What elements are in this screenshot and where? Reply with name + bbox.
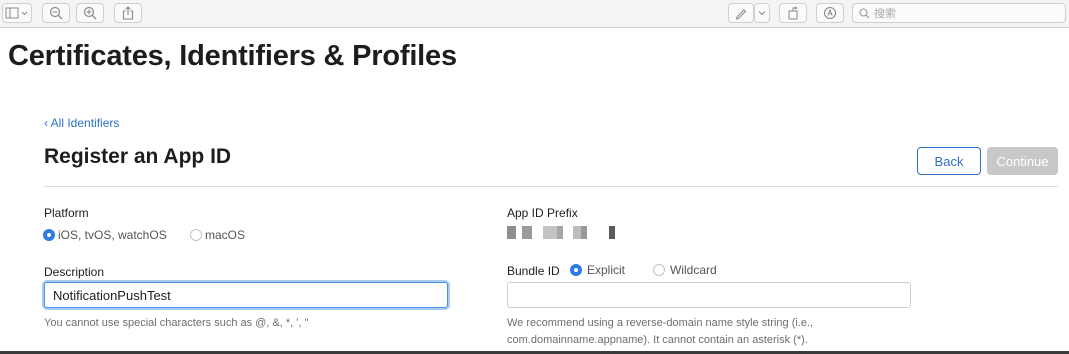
all-identifiers-link[interactable]: ‹ All Identifiers <box>44 116 119 130</box>
zoom-out-button[interactable] <box>42 3 70 23</box>
share-button[interactable] <box>114 3 142 23</box>
bundle-id-hint-line-1: We recommend using a reverse-domain name… <box>507 317 814 329</box>
bundle-id-input[interactable] <box>507 282 911 308</box>
rotate-button[interactable] <box>779 3 807 23</box>
bundle-id-wildcard-label: Wildcard <box>670 263 717 277</box>
platform-radio-macos[interactable]: macOS <box>190 228 245 242</box>
sidebar-icon <box>5 7 28 19</box>
continue-button[interactable]: Continue <box>987 147 1058 175</box>
markup-menu-button[interactable] <box>754 3 770 23</box>
zoom-out-icon <box>49 6 63 20</box>
zoom-in-button[interactable] <box>76 3 104 23</box>
markup-circle-icon <box>823 6 837 20</box>
annotate-button[interactable] <box>816 3 844 23</box>
bundle-id-radio-explicit[interactable]: Explicit <box>570 263 625 277</box>
app-id-prefix-label: App ID Prefix <box>507 206 578 220</box>
radio-selected-icon <box>570 264 582 276</box>
platform-label: Platform <box>44 206 89 220</box>
app-id-prefix-redacted <box>507 226 615 239</box>
rotate-icon <box>788 6 798 20</box>
platform-radio-ios[interactable]: iOS, tvOS, watchOS <box>43 228 167 242</box>
pen-icon <box>735 9 747 20</box>
section-title: Register an App ID <box>44 145 232 168</box>
radio-selected-icon <box>43 229 55 241</box>
page-title: Certificates, Identifiers & Profiles <box>8 40 457 72</box>
bundle-id-label: Bundle ID <box>507 264 560 278</box>
bundle-id-explicit-label: Explicit <box>587 263 626 277</box>
description-label: Description <box>44 265 105 279</box>
preview-toolbar: 搜索 <box>0 0 1069 28</box>
chevron-down-icon <box>758 11 766 16</box>
platform-macos-label: macOS <box>205 228 246 242</box>
divider <box>44 186 1058 187</box>
radio-unselected-icon <box>653 264 665 276</box>
search-placeholder: 搜索 <box>874 8 896 20</box>
radio-unselected-icon <box>190 229 202 241</box>
bundle-id-radio-wildcard[interactable]: Wildcard <box>653 263 717 277</box>
bundle-id-hint-line-2: com.domainname.appname). It cannot conta… <box>507 334 808 346</box>
description-hint: You cannot use special characters such a… <box>44 317 309 329</box>
sidebar-toggle-button[interactable] <box>2 3 32 23</box>
share-icon <box>122 6 134 20</box>
platform-ios-label: iOS, tvOS, watchOS <box>58 228 167 242</box>
search-icon <box>859 7 870 18</box>
back-button[interactable]: Back <box>917 147 981 175</box>
markup-pen-button[interactable] <box>728 3 754 23</box>
description-input[interactable] <box>44 282 448 308</box>
zoom-in-icon <box>83 6 97 20</box>
search-field[interactable]: 搜索 <box>852 3 1066 23</box>
